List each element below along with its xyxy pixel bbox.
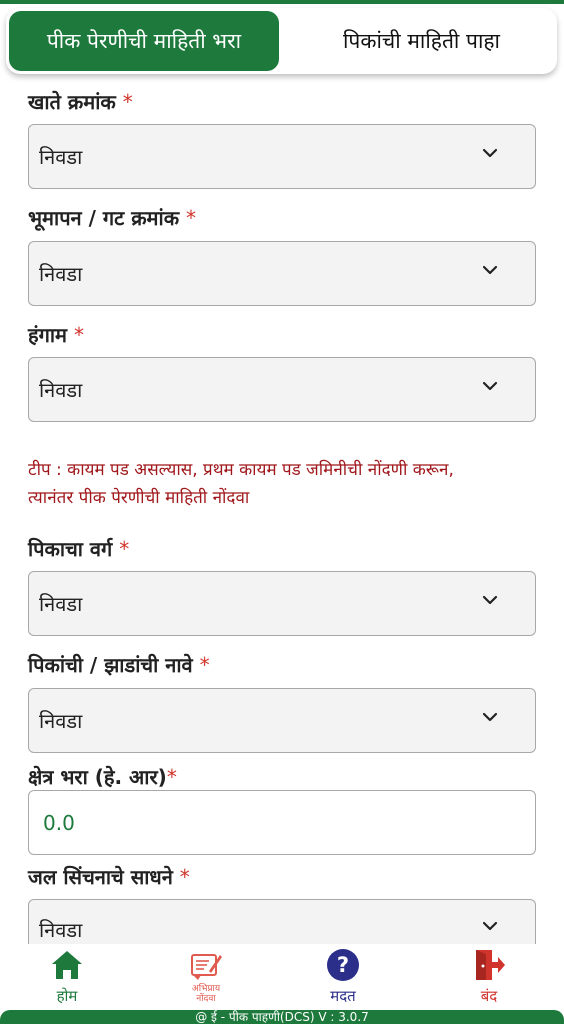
pik-nave-select[interactable]: निवडा	[28, 688, 536, 753]
jal-sinchan-label-text: जल सिंचनाचे साधने	[28, 865, 173, 889]
required-marker: *	[119, 537, 130, 561]
tab-view-crop-info[interactable]: पिकांची माहिती पाहा	[289, 11, 554, 71]
feedback-icon	[189, 948, 223, 982]
note-line-1: टीप : कायम पड असल्यास, प्रथम कायम पड जमि…	[28, 460, 454, 480]
khate-select[interactable]: निवडा	[28, 124, 536, 189]
required-marker: *	[166, 765, 177, 789]
pikacha-varg-select[interactable]: निवडा	[28, 571, 536, 636]
required-marker: *	[199, 653, 210, 677]
home-icon	[50, 948, 84, 982]
kshetra-label-text: क्षेत्र भरा (हे. आर)	[28, 765, 167, 789]
jal-sinchan-select[interactable]: निवडा	[28, 899, 536, 944]
bottom-navigation: होम अभिप्राय नोंदवा ? मदत बंद	[0, 944, 564, 1010]
svg-text:?: ?	[337, 953, 349, 977]
khate-label: खाते क्रमांक *	[28, 88, 133, 115]
nav-help-label: मदत	[330, 987, 356, 1005]
required-marker: *	[74, 323, 84, 347]
chevron-down-icon	[482, 148, 498, 158]
nav-feedback-label-2: नोंदवा	[196, 994, 216, 1004]
required-marker: *	[179, 865, 190, 889]
khate-label-text: खाते क्रमांक	[28, 90, 116, 114]
chevron-down-icon	[482, 712, 498, 722]
chevron-down-icon	[482, 921, 498, 931]
pik-nave-label-text: पिकांची / झाडांची नावे	[28, 653, 193, 677]
nav-home-label: होम	[56, 987, 78, 1005]
bhumapan-select-value: निवडा	[39, 262, 83, 286]
nav-feedback[interactable]: अभिप्राय नोंदवा	[174, 944, 238, 1010]
tab-bar: पीक पेरणीची माहिती भरा पिकांची माहिती पा…	[6, 8, 557, 74]
chevron-down-icon	[482, 265, 498, 275]
bhumapan-select[interactable]: निवडा	[28, 241, 536, 306]
hangam-label-text: हंगाम	[28, 323, 68, 347]
nav-close-label: बंद	[480, 987, 498, 1005]
hangam-select-value: निवडा	[39, 378, 83, 402]
required-marker: *	[122, 90, 133, 114]
help-icon: ?	[326, 948, 360, 982]
tab-fill-crop-info[interactable]: पीक पेरणीची माहिती भरा	[9, 11, 279, 71]
exit-icon	[472, 948, 506, 982]
app-version-footer: @ ई - पीक पाहणी(DCS) V : 3.0.7	[0, 1010, 564, 1024]
note-line-2: त्यानंतर पीक पेरणीची माहिती नोंदवा	[28, 488, 250, 508]
kshetra-label: क्षेत्र भरा (हे. आर)*	[28, 763, 177, 790]
bhumapan-label: भूमापन / गट क्रमांक *	[28, 204, 196, 231]
pikacha-varg-select-value: निवडा	[39, 592, 83, 616]
pik-nave-select-value: निवडा	[39, 709, 83, 733]
bhumapan-label-text: भूमापन / गट क्रमांक	[28, 206, 180, 230]
permanent-fallow-note: टीप : कायम पड असल्यास, प्रथम कायम पड जमि…	[28, 456, 548, 512]
nav-close[interactable]: बंद	[456, 944, 522, 1010]
hangam-label: हंगाम *	[28, 321, 84, 348]
kshetra-input[interactable]: 0.0	[28, 790, 536, 855]
pik-nave-label: पिकांची / झाडांची नावे *	[28, 651, 210, 678]
nav-home[interactable]: होम	[34, 944, 100, 1010]
khate-select-value: निवडा	[39, 145, 83, 169]
chevron-down-icon	[482, 381, 498, 391]
chevron-down-icon	[482, 595, 498, 605]
top-strip	[0, 0, 564, 4]
jal-sinchan-label: जल सिंचनाचे साधने *	[28, 863, 190, 890]
kshetra-input-value: 0.0	[43, 810, 75, 835]
hangam-select[interactable]: निवडा	[28, 357, 536, 422]
nav-help[interactable]: ? मदत	[310, 944, 376, 1010]
pikacha-varg-label-text: पिकाचा वर्ग	[28, 537, 113, 561]
nav-feedback-label: अभिप्राय नोंदवा	[176, 984, 236, 1004]
required-marker: *	[186, 206, 197, 230]
pikacha-varg-label: पिकाचा वर्ग *	[28, 535, 129, 562]
nav-feedback-label-1: अभिप्राय	[191, 984, 221, 994]
